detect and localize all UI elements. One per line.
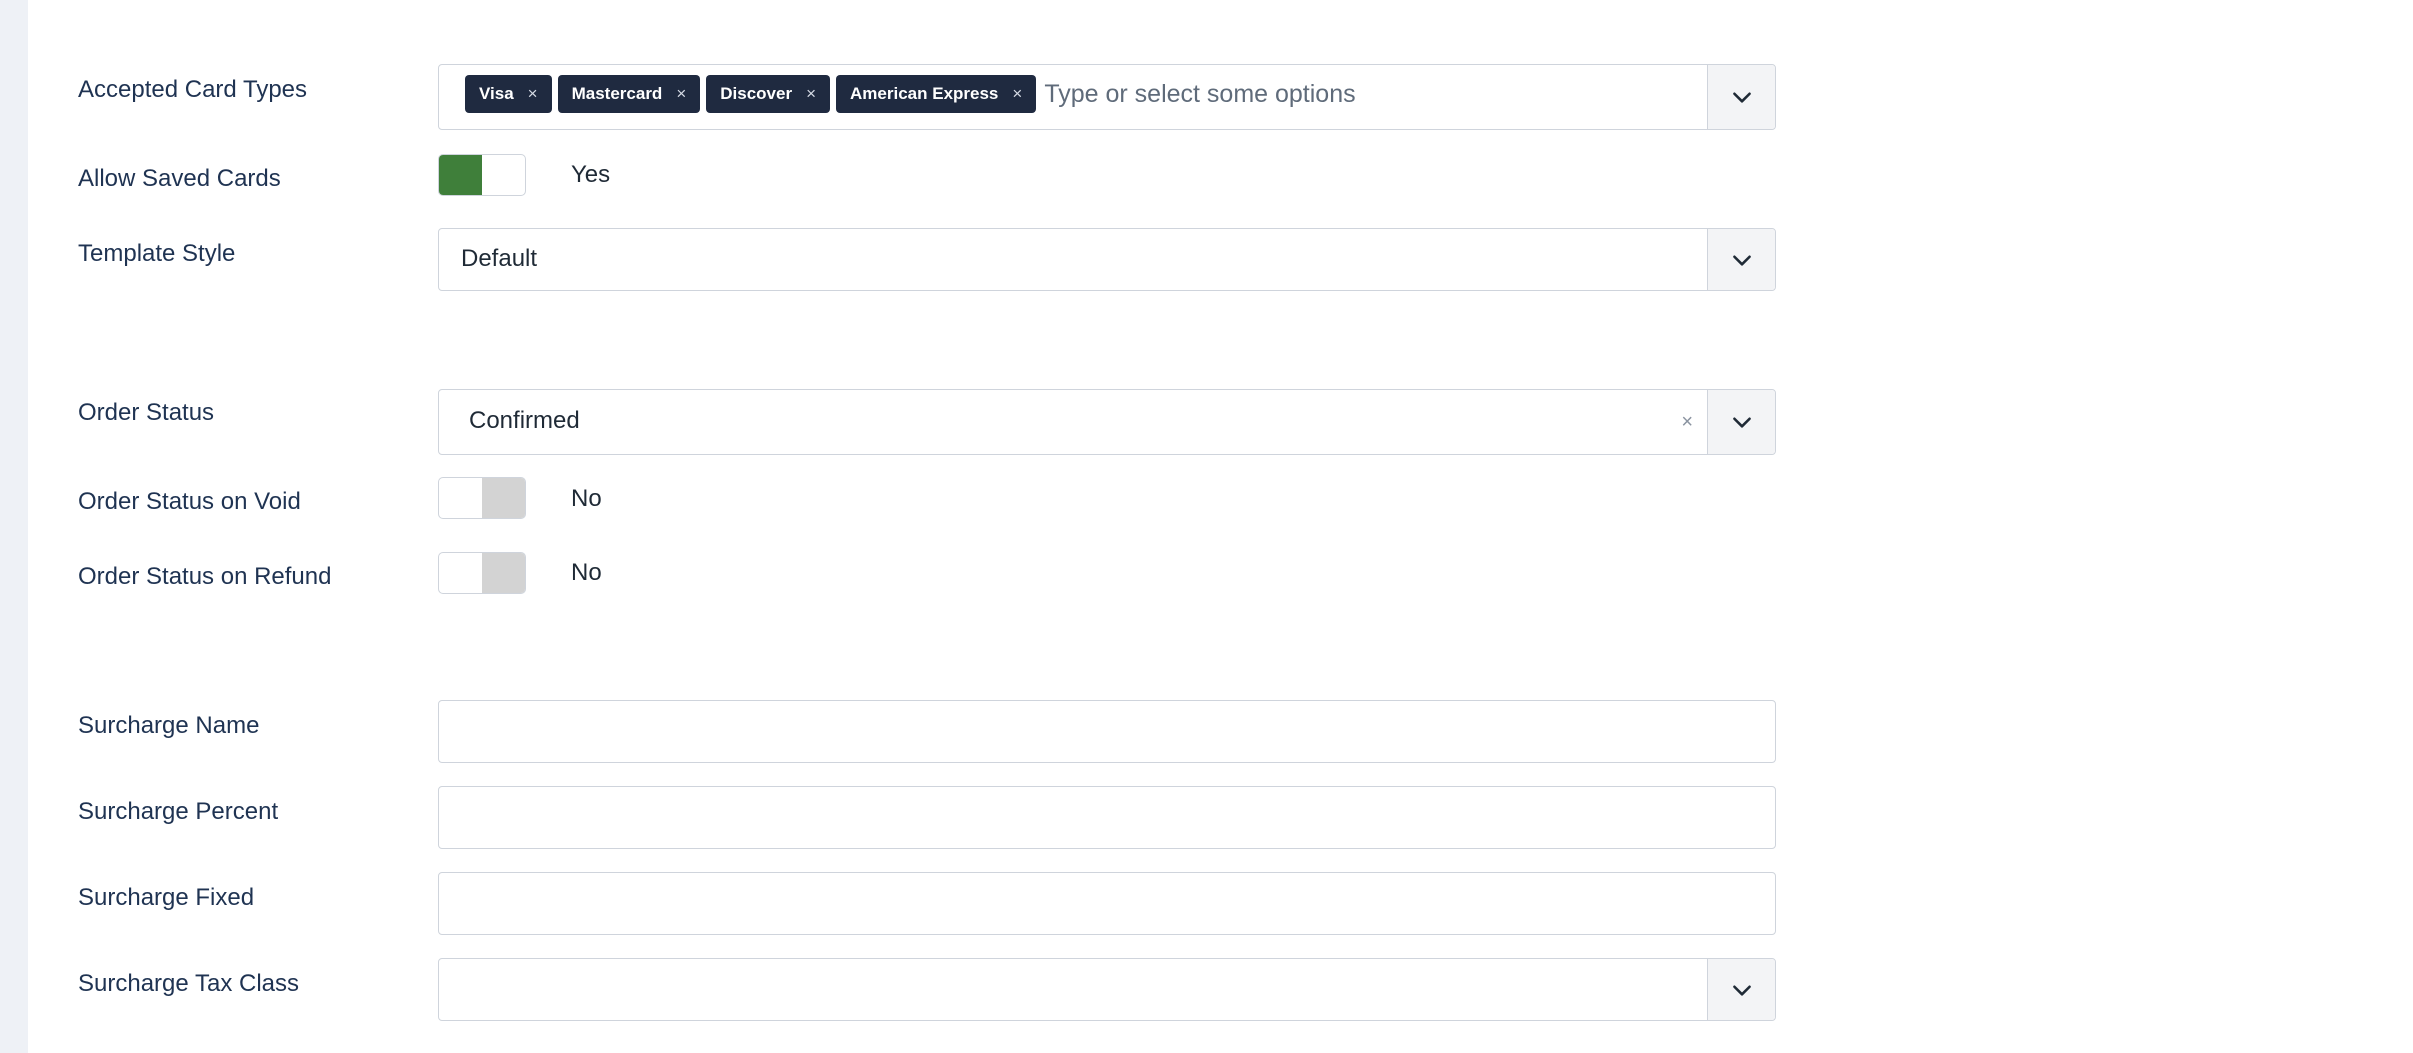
chevron-down-icon	[1732, 92, 1751, 103]
surcharge-percent-label: Surcharge Percent	[78, 798, 279, 825]
order-status-on-void-toggle[interactable]	[438, 477, 526, 519]
surcharge-fixed-label: Surcharge Fixed	[78, 884, 255, 911]
surcharge-tax-class-dropdown-toggle[interactable]	[1707, 959, 1775, 1020]
tag-label: Discover	[720, 84, 793, 103]
surcharge-name-input[interactable]	[438, 700, 1776, 763]
order-status-on-refund-toggle[interactable]	[438, 552, 526, 594]
surcharge-tax-class-select[interactable]	[438, 958, 1776, 1021]
remove-tag-icon[interactable]: ×	[676, 84, 686, 104]
order-status-label: Order Status	[78, 399, 215, 426]
allow-saved-cards-value: Yes	[571, 161, 611, 188]
clear-selection-icon[interactable]: ×	[1681, 411, 1693, 434]
toggle-fill	[482, 553, 525, 593]
tag-visa: Visa ×	[465, 75, 552, 113]
card-type-tags: Visa × Mastercard × Discover × American …	[465, 75, 1356, 113]
surcharge-name-label: Surcharge Name	[78, 712, 260, 739]
order-status-dropdown-toggle[interactable]	[1707, 390, 1775, 454]
accepted-card-types-dropdown-toggle[interactable]	[1707, 65, 1775, 129]
tag-mastercard: Mastercard ×	[557, 75, 701, 113]
surcharge-tax-class-label: Surcharge Tax Class	[78, 970, 299, 997]
template-style-select[interactable]: Default	[438, 228, 1776, 291]
toggle-fill	[439, 155, 482, 195]
template-style-value: Default	[461, 245, 538, 272]
chevron-down-icon	[1732, 984, 1751, 996]
accepted-card-types-label: Accepted Card Types	[78, 76, 308, 103]
remove-tag-icon[interactable]: ×	[806, 84, 816, 104]
surcharge-fixed-input[interactable]	[438, 872, 1776, 935]
tag-label: Visa	[479, 84, 514, 103]
remove-tag-icon[interactable]: ×	[528, 84, 538, 104]
template-style-label: Template Style	[78, 240, 236, 267]
tag-label: Mastercard	[571, 84, 663, 103]
multiselect-search-placeholder[interactable]: Type or select some options	[1044, 80, 1355, 109]
order-status-on-void-value: No	[571, 485, 602, 512]
template-style-dropdown-toggle[interactable]	[1707, 229, 1775, 290]
allow-saved-cards-label: Allow Saved Cards	[78, 165, 281, 192]
chevron-down-icon	[1732, 417, 1751, 428]
order-status-select[interactable]: Confirmed ×	[438, 389, 1776, 455]
toggle-fill	[482, 478, 525, 518]
order-status-value: Confirmed	[469, 407, 580, 434]
remove-tag-icon[interactable]: ×	[1012, 84, 1022, 104]
accepted-card-types-multiselect[interactable]: Visa × Mastercard × Discover × American …	[438, 64, 1776, 130]
order-status-on-void-label: Order Status on Void	[78, 488, 301, 515]
tag-label: American Express	[850, 84, 999, 103]
surcharge-percent-input[interactable]	[438, 786, 1776, 849]
tag-american-express: American Express ×	[836, 75, 1037, 113]
settings-panel: Accepted Card Types Visa × Mastercard × …	[28, 0, 2413, 1053]
order-status-on-refund-label: Order Status on Refund	[78, 563, 332, 590]
order-status-on-refund-value: No	[571, 559, 602, 586]
chevron-down-icon	[1732, 254, 1751, 266]
allow-saved-cards-toggle[interactable]	[438, 154, 526, 196]
tag-discover: Discover ×	[706, 75, 831, 113]
